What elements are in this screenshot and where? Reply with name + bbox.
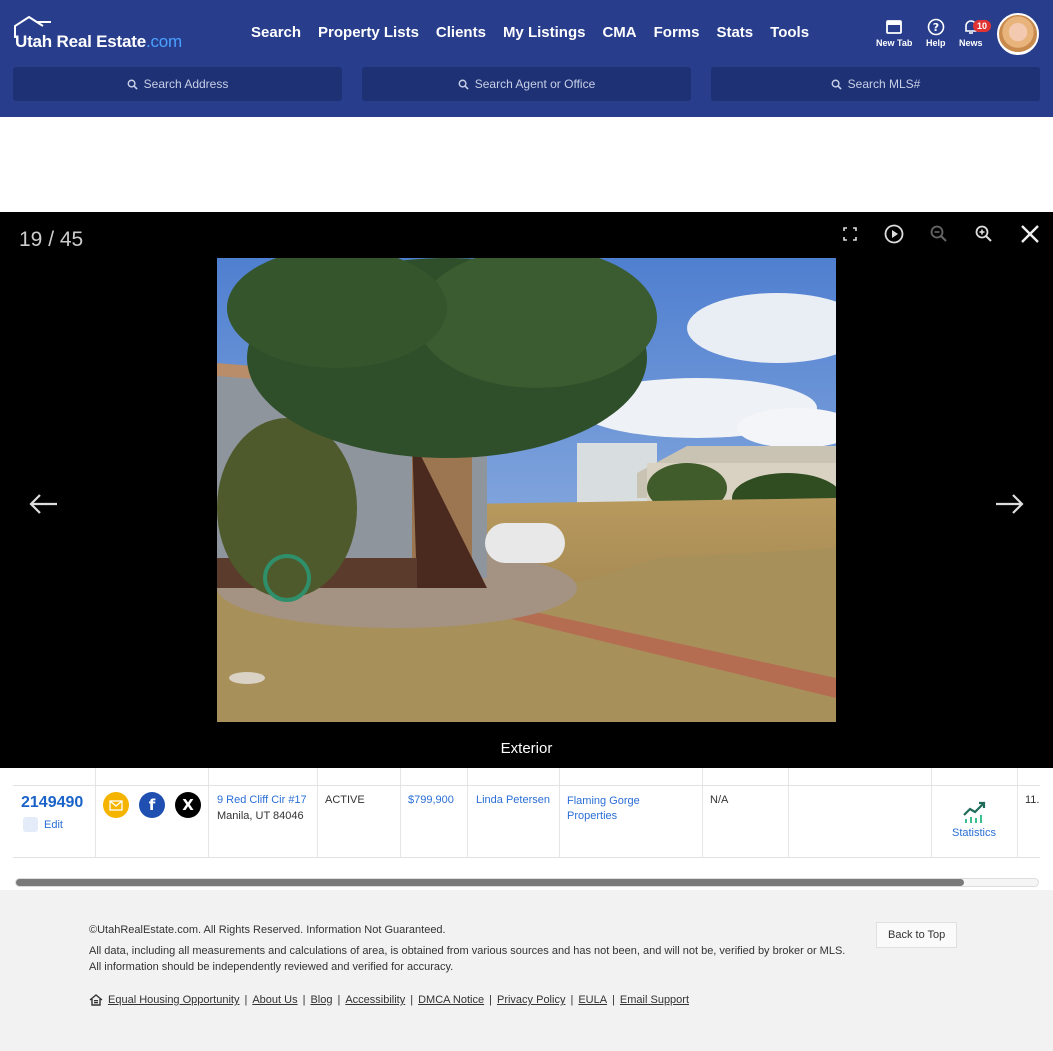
main-nav: Search Property Lists Clients My Listing… bbox=[251, 24, 809, 41]
statistics-icon bbox=[963, 801, 986, 823]
news-label: News bbox=[959, 38, 983, 48]
play-icon[interactable] bbox=[882, 222, 906, 246]
property-photo bbox=[217, 258, 836, 722]
footer-links: Equal Housing Opportunity | About Us | Blo… bbox=[89, 994, 689, 1006]
arrow-left-icon[interactable] bbox=[27, 492, 59, 516]
svg-text:?: ? bbox=[933, 21, 939, 34]
x-share-button[interactable]: X bbox=[175, 792, 201, 818]
edit-icon bbox=[23, 817, 38, 832]
help-button[interactable]: ? Help bbox=[926, 18, 946, 48]
statistics-label: Statistics bbox=[951, 827, 996, 839]
link-blog[interactable]: Blog bbox=[310, 994, 332, 1006]
separator: | bbox=[337, 994, 341, 1006]
photo-lightbox: 19 / 45 Exterior bbox=[0, 212, 1053, 768]
nav-clients[interactable]: Clients bbox=[436, 24, 486, 41]
nav-my-listings[interactable]: My Listings bbox=[503, 24, 586, 41]
separator: | bbox=[302, 994, 306, 1006]
link-equal-housing[interactable]: Equal Housing Opportunity bbox=[108, 994, 239, 1006]
nav-property-lists[interactable]: Property Lists bbox=[318, 24, 419, 41]
search-address-placeholder: Search Address bbox=[143, 77, 229, 91]
search-agent-placeholder: Search Agent or Office bbox=[474, 77, 596, 91]
link-about-us[interactable]: About Us bbox=[252, 994, 297, 1006]
separator: | bbox=[244, 994, 248, 1006]
help-icon: ? bbox=[927, 18, 945, 36]
email-share-button[interactable] bbox=[103, 792, 129, 818]
na-value: N/A bbox=[710, 794, 729, 806]
top-header: Utah Real Estate.com Search Property Lis… bbox=[0, 0, 1053, 117]
separator: | bbox=[489, 994, 492, 1006]
edit-label: Edit bbox=[44, 818, 63, 831]
copyright-text: ©UtahRealEstate.com. All Rights Reserved… bbox=[89, 924, 446, 936]
photo-caption: Exterior bbox=[500, 740, 553, 757]
nav-cma[interactable]: CMA bbox=[602, 24, 636, 41]
nav-forms[interactable]: Forms bbox=[654, 24, 700, 41]
edit-listing-button[interactable]: Edit bbox=[23, 817, 63, 832]
facebook-share-button[interactable]: f bbox=[139, 792, 165, 818]
zoom-in-icon[interactable] bbox=[972, 222, 996, 246]
news-button[interactable]: 10 News bbox=[959, 18, 992, 48]
brand-name: Utah Real Estate bbox=[15, 32, 146, 51]
address-line2: Manila, UT 84046 bbox=[217, 810, 304, 822]
link-eula[interactable]: EULA bbox=[578, 994, 607, 1006]
search-icon bbox=[831, 79, 842, 90]
zoom-out-icon[interactable] bbox=[927, 222, 951, 246]
close-icon[interactable] bbox=[1018, 222, 1042, 246]
agent-link[interactable]: Linda Petersen bbox=[476, 794, 550, 806]
arrow-right-icon[interactable] bbox=[994, 492, 1026, 516]
search-mls-input[interactable]: Search MLS# bbox=[711, 67, 1040, 101]
truncated-value: 11. bbox=[1025, 794, 1040, 806]
status-value: ACTIVE bbox=[325, 794, 365, 806]
search-icon bbox=[458, 79, 469, 90]
email-icon bbox=[109, 799, 123, 811]
office-link[interactable]: Flaming Gorge Properties bbox=[567, 794, 667, 824]
address-link[interactable]: 9 Red Cliff Cir #17 bbox=[217, 794, 307, 806]
link-privacy-policy[interactable]: Privacy Policy bbox=[497, 994, 565, 1006]
mls-number-link[interactable]: 2149490 bbox=[21, 794, 83, 812]
horizontal-scrollbar[interactable] bbox=[15, 878, 1039, 887]
address-line1: 9 Red Cliff Cir #17 bbox=[217, 794, 307, 806]
back-to-top-button[interactable]: Back to Top bbox=[876, 922, 958, 948]
listing-table: 2149490 Edit f X 9 Red Cliff Cir #17 Man… bbox=[13, 768, 1040, 858]
search-address-input[interactable]: Search Address bbox=[13, 67, 342, 101]
nav-stats[interactable]: Stats bbox=[716, 24, 753, 41]
new-tab-icon bbox=[886, 20, 903, 34]
nav-search[interactable]: Search bbox=[251, 24, 301, 41]
link-accessibility[interactable]: Accessibility bbox=[345, 994, 405, 1006]
x-icon: X bbox=[182, 796, 194, 814]
new-tab-label: New Tab bbox=[876, 38, 913, 48]
separator: | bbox=[570, 994, 574, 1006]
search-mls-placeholder: Search MLS# bbox=[847, 77, 921, 91]
separator: | bbox=[612, 994, 615, 1006]
equal-housing-icon bbox=[89, 994, 103, 1006]
new-tab-button[interactable]: New Tab bbox=[876, 18, 912, 48]
search-agent-input[interactable]: Search Agent or Office bbox=[362, 67, 691, 101]
link-dmca-notice[interactable]: DMCA Notice bbox=[418, 994, 484, 1006]
fullscreen-icon[interactable] bbox=[838, 222, 862, 246]
brand-suffix: .com bbox=[145, 32, 183, 51]
help-label: Help bbox=[926, 38, 946, 48]
page-footer: ©UtahRealEstate.com. All Rights Reserved… bbox=[0, 890, 1053, 1051]
link-email-support[interactable]: Email Support bbox=[620, 994, 689, 1006]
photo-counter: 19 / 45 bbox=[19, 228, 84, 251]
scrollbar-thumb[interactable] bbox=[16, 879, 964, 886]
separator: | bbox=[410, 994, 414, 1006]
nav-tools[interactable]: Tools bbox=[770, 24, 809, 41]
site-logo[interactable]: Utah Real Estate.com bbox=[13, 16, 183, 52]
price-link[interactable]: $799,900 bbox=[408, 794, 454, 806]
user-avatar[interactable] bbox=[997, 13, 1039, 55]
facebook-icon: f bbox=[148, 796, 156, 814]
news-badge: 10 bbox=[973, 20, 992, 32]
statistics-button[interactable]: Statistics bbox=[943, 800, 1005, 839]
disclaimer-text: All data, including all measurements and… bbox=[89, 945, 846, 973]
search-icon bbox=[127, 79, 138, 90]
